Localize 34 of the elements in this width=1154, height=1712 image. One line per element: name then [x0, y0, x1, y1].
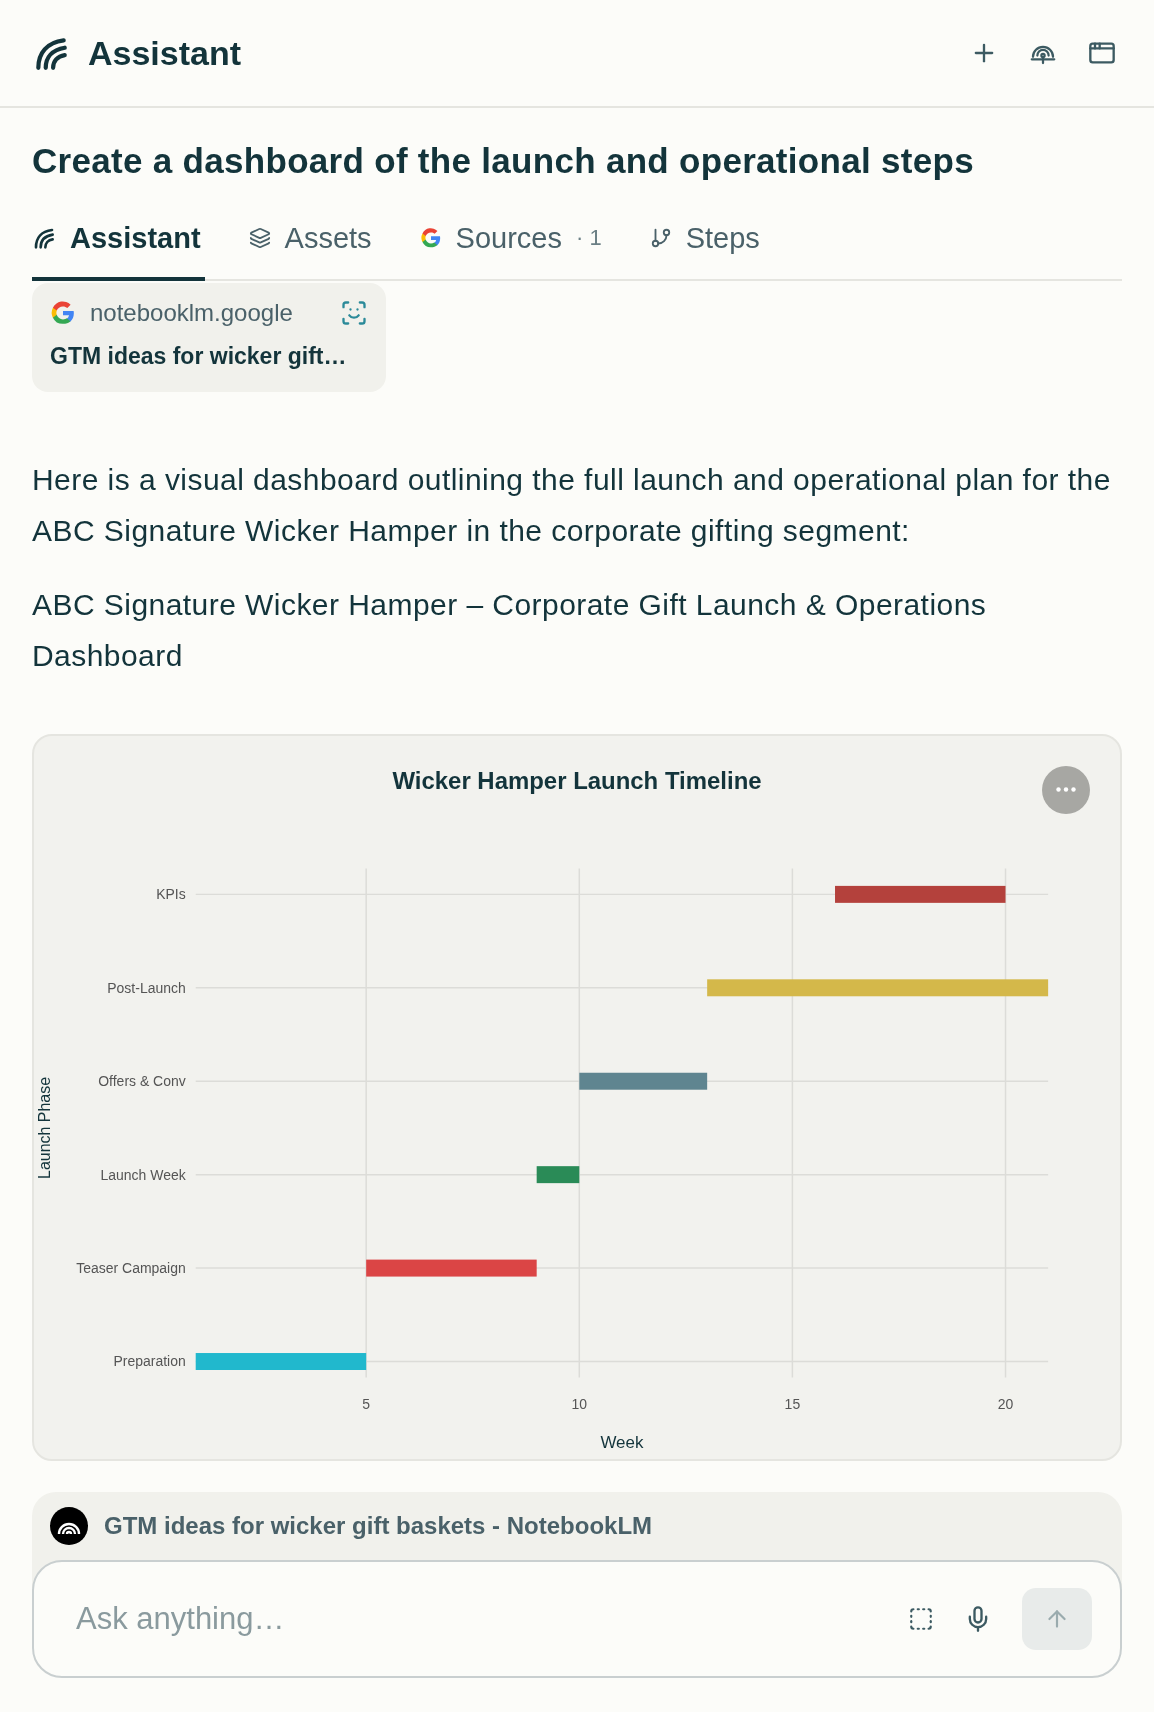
message-paragraph: ABC Signature Wicker Hamper – Corporate Gift Launch & Operations Dashboard — [32, 586, 988, 675]
notebook-logo-icon — [50, 1507, 88, 1545]
chart-title: Wicker Hamper Launch Timeline — [392, 766, 762, 794]
screenshot-icon[interactable] — [908, 1606, 934, 1632]
google-logo-icon — [50, 299, 76, 326]
google-logo-icon — [419, 227, 442, 249]
axis-label: Offers & Conv — [98, 1073, 186, 1090]
y-axis-title: Launch Phase — [35, 1076, 53, 1179]
axis-label: Post-Launch — [107, 979, 186, 996]
layers-icon — [248, 227, 271, 249]
branch-icon — [649, 227, 672, 249]
source-title: GTM ideas for wicker gift… — [50, 342, 348, 370]
tick-label: 5 — [362, 1396, 371, 1413]
app-title: Assistant — [88, 33, 243, 73]
face-scan-icon — [340, 298, 368, 327]
axis-label: Launch Week — [100, 1166, 186, 1183]
message-paragraph: Here is a visual dashboard outlining the full launch and operational plan for the ABC Signature Wicker Hamper in the corporate gifting segment: — [32, 461, 1112, 550]
axis-label: Preparation — [113, 1353, 186, 1370]
axis-label: KPIs — [156, 886, 186, 903]
source-card[interactable]: notebooklm.google GTM ideas for wicker gift… — [32, 282, 386, 392]
tab[interactable]: Sources · 1 — [419, 221, 606, 281]
tab[interactable]: Assets — [248, 221, 376, 281]
tab[interactable]: Steps — [649, 221, 764, 281]
logo-icon — [32, 226, 56, 250]
tick-label: 20 — [997, 1396, 1014, 1413]
more-icon — [1056, 787, 1076, 793]
axis-label: Teaser Campaign — [76, 1259, 186, 1276]
thread-title: Create a dashboard of the launch and operational steps — [32, 140, 975, 182]
source-domain: notebooklm.google — [90, 298, 294, 327]
tick-label: 10 — [571, 1396, 588, 1413]
ask-field[interactable]: Ask anything… — [74, 1600, 878, 1638]
tick-label: 15 — [784, 1396, 801, 1413]
x-axis-title: Week — [600, 1433, 644, 1453]
context-title: GTM ideas for wicker gift baskets - NotebookLM — [104, 1512, 653, 1540]
